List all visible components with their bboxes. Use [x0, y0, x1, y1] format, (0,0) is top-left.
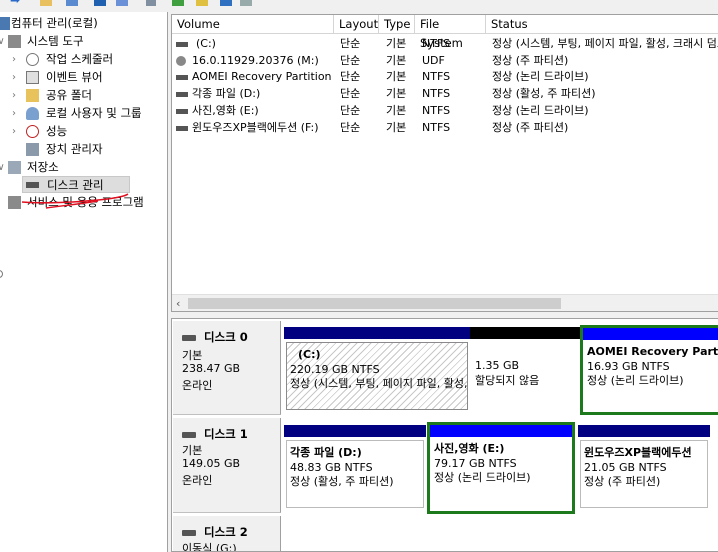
volume-icon: [176, 92, 188, 98]
column-header-status[interactable]: Status: [486, 15, 718, 34]
event-viewer-icon: [26, 71, 39, 84]
disk-1-label[interactable]: 디스크 1 기본 149.05 GB 온라인: [173, 418, 281, 513]
tree-item-performance[interactable]: › 성능: [0, 123, 168, 140]
table-row[interactable]: 16.0.11929.20376 (M:) 단순 기본 UDF 정상 (주 파티…: [172, 53, 718, 70]
volume-icon: [176, 125, 188, 131]
search-icon[interactable]: [146, 0, 156, 6]
partition-c[interactable]: (C:) 220.19 GB NTFS 정상 (시스템, 부팅, 페이지 파일,…: [284, 327, 470, 413]
show-tree-icon[interactable]: [66, 0, 78, 6]
column-header-volume[interactable]: Volume: [172, 15, 334, 34]
toolbar: ➡: [0, 0, 718, 12]
computer-management-icon: [0, 17, 10, 30]
forward-arrow-icon[interactable]: ➡: [10, 0, 22, 7]
small-circle-icon: [0, 270, 3, 278]
help-icon[interactable]: [94, 0, 106, 6]
system-tools-icon: [8, 35, 21, 48]
disk-0-label[interactable]: 디스크 0 기본 238.47 GB 온라인: [173, 321, 281, 415]
horizontal-scrollbar[interactable]: ‹: [172, 294, 718, 311]
table-row[interactable]: 각종 파일 (D:) 단순 기본 NTFS 정상 (활성, 주 파티션): [172, 86, 718, 103]
tree-item-device-manager[interactable]: 장치 관리자: [0, 141, 168, 158]
volume-icon: [176, 42, 188, 47]
volume-list: Volume Layout Type File System Status (C…: [171, 14, 718, 312]
table-row[interactable]: 사진,영화 (E:) 단순 기본 NTFS 정상 (논리 드라이브): [172, 103, 718, 120]
partition-e[interactable]: 사진,영화 (E:) 79.17 GB NTFS 정상 (논리 드라이브): [427, 422, 575, 514]
tree-item-system-tools[interactable]: ∨ 시스템 도구: [0, 33, 168, 50]
properties-icon[interactable]: [116, 0, 128, 6]
table-row[interactable]: 윈도우즈XP블랙에두션 (F:) 단순 기본 NTFS 정상 (주 파티션): [172, 120, 718, 137]
local-users-icon: [26, 107, 39, 120]
column-header-type[interactable]: Type: [379, 15, 415, 34]
red-annotation-scribble: [21, 193, 129, 209]
disk-2-label[interactable]: 디스크 2 이동식 (G:): [173, 516, 281, 551]
partition-d[interactable]: 각종 파일 (D:) 48.83 GB NTFS 정상 (활성, 주 파티션): [284, 425, 426, 511]
table-row[interactable]: (C:) 단순 기본 NTFS 정상 (시스템, 부팅, 페이지 파일, 활성,…: [172, 36, 718, 53]
tree-item-local-users[interactable]: › 로컬 사용자 및 그룹: [0, 105, 168, 122]
key-icon[interactable]: [196, 0, 208, 6]
chevron-right-icon[interactable]: ›: [9, 123, 19, 140]
shared-folders-icon: [26, 89, 39, 102]
task-scheduler-icon: [26, 53, 39, 66]
column-header-filesystem[interactable]: File System: [415, 15, 486, 50]
disk-icon: [182, 334, 196, 341]
export-icon[interactable]: [240, 0, 252, 6]
cd-drive-icon: [176, 55, 186, 66]
chevron-down-icon[interactable]: ∨: [0, 33, 6, 50]
chevron-right-icon[interactable]: ›: [9, 69, 19, 86]
volume-icon: [176, 108, 188, 114]
check-icon[interactable]: [172, 0, 184, 6]
chevron-right-icon[interactable]: ›: [9, 87, 19, 104]
refresh-icon[interactable]: [220, 0, 232, 6]
scroll-left-icon[interactable]: ‹: [176, 295, 180, 312]
up-folder-icon[interactable]: [40, 0, 52, 6]
volume-icon: [176, 75, 188, 81]
table-row[interactable]: AOMEI Recovery Partition 단순 기본 NTFS 정상 (…: [172, 69, 718, 86]
device-manager-icon: [26, 143, 39, 156]
disk-icon: [182, 431, 196, 438]
partition-aomei-recovery[interactable]: AOMEI Recovery Partition 16.93 GB NTFS 정…: [580, 325, 718, 415]
chevron-down-icon[interactable]: ∨: [0, 159, 6, 176]
disk-view: 디스크 0 기본 238.47 GB 온라인 (C:) 220.19 GB NT…: [171, 318, 718, 552]
partition-f[interactable]: 윈도우즈XP블랙에두션 21.05 GB NTFS 정상 (주 파티션): [578, 425, 710, 511]
performance-icon: [26, 125, 39, 138]
storage-icon: [8, 161, 21, 174]
tree-item-shared-folders[interactable]: › 공유 폴더: [0, 87, 168, 104]
chevron-right-icon[interactable]: ›: [9, 105, 19, 122]
disk-icon: [182, 529, 196, 536]
tree-item-task-scheduler[interactable]: › 작업 스케줄러: [0, 51, 168, 68]
navigation-tree: 컴퓨터 관리(로컬) ∨ 시스템 도구 › 작업 스케줄러 › 이벤트 뷰어 ›…: [0, 12, 168, 552]
chevron-right-icon[interactable]: ›: [9, 51, 19, 68]
partition-unallocated[interactable]: 1.35 GB 할당되지 않음: [470, 327, 580, 413]
tree-item-event-viewer[interactable]: › 이벤트 뷰어: [0, 69, 168, 86]
column-header-layout[interactable]: Layout: [334, 15, 379, 34]
scrollbar-thumb[interactable]: [188, 298, 561, 309]
tree-item-computer-management[interactable]: 컴퓨터 관리(로컬): [0, 15, 168, 32]
tree-item-storage[interactable]: ∨ 저장소: [0, 159, 168, 176]
